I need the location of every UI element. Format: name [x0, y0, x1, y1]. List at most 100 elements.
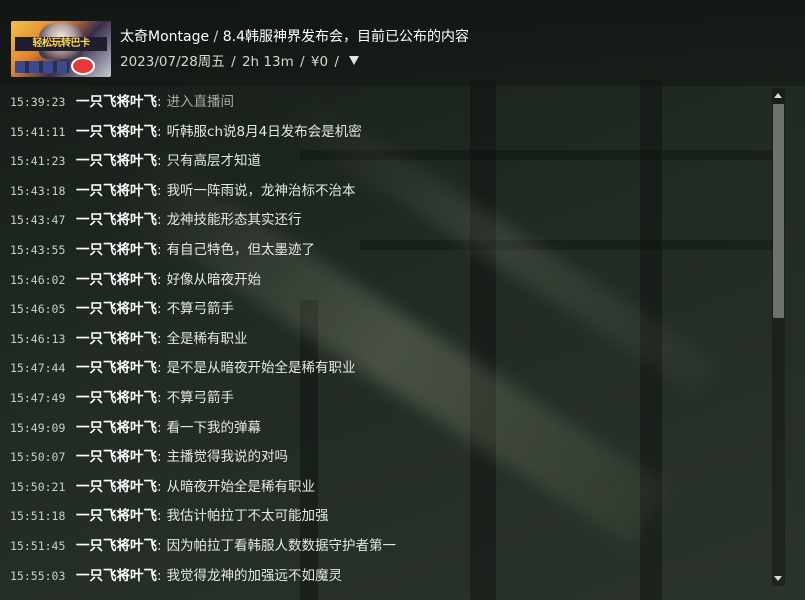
- message-text: 不算弓箭手: [166, 301, 235, 318]
- message-timestamp: 15:46:02: [10, 272, 66, 287]
- filter-triangle-icon[interactable]: [349, 56, 360, 65]
- chat-message-list[interactable]: 15:39:23 一只飞将叶飞: 进入直播间 15:41:11 一只飞将叶飞: 听韩服ch…: [0, 88, 772, 600]
- chat-message[interactable]: 15:47:44 一只飞将叶飞: 是不是从暗夜开始全是稀有职业: [0, 354, 772, 384]
- message-text: 龙神技能形态其实还行: [166, 212, 302, 229]
- message-timestamp: 15:51:45: [10, 538, 66, 553]
- message-text: 我觉得龙神的加强远不如魔灵: [166, 567, 343, 584]
- message-colon: :: [157, 271, 162, 288]
- message-text: 好像从暗夜开始: [166, 271, 262, 288]
- message-text: 因为帕拉丁看韩服人数数据守护者第一: [166, 537, 397, 554]
- message-timestamp: 15:50:21: [10, 479, 66, 494]
- message-username[interactable]: 一只飞将叶飞: [76, 360, 157, 376]
- message-timestamp: 15:46:13: [10, 331, 66, 346]
- message-colon: :: [157, 301, 162, 318]
- message-colon: :: [157, 123, 162, 140]
- chat-message[interactable]: 15:51:45 一只飞将叶飞: 因为帕拉丁看韩服人数数据守护者第一: [0, 532, 772, 562]
- thumbnail-logo-icon: [71, 57, 95, 75]
- message-colon: :: [157, 419, 162, 436]
- message-username[interactable]: 一只飞将叶飞: [76, 538, 157, 554]
- message-text: 有自己特色，但太墨迹了: [166, 241, 316, 258]
- message-text: 看一下我的弹幕: [166, 419, 262, 436]
- stream-topic: 8.4韩服神界发布会，目前已公布的内容: [222, 29, 469, 45]
- stream-header: 轻松玩转巴卡 太奇Montage / 8.4韩服神界发布会，目前已公布的内容 2…: [0, 0, 805, 86]
- message-colon: :: [157, 241, 162, 258]
- chat-message[interactable]: 15:46:02 一只飞将叶飞: 好像从暗夜开始: [0, 266, 772, 296]
- chat-message[interactable]: 15:41:23 一只飞将叶飞: 只有高层才知道: [0, 147, 772, 177]
- message-username[interactable]: 一只飞将叶飞: [76, 568, 157, 584]
- gift-total: ¥0: [310, 54, 329, 70]
- message-timestamp: 15:43:18: [10, 183, 66, 198]
- scroll-thumb[interactable]: [773, 104, 784, 318]
- message-colon: :: [157, 508, 162, 525]
- message-username[interactable]: 一只飞将叶飞: [76, 331, 157, 347]
- message-colon: :: [157, 478, 162, 495]
- message-colon: :: [157, 567, 162, 584]
- message-colon: :: [157, 153, 162, 170]
- chat-message[interactable]: 15:55:03 一只飞将叶飞: 我觉得龙神的加强远不如魔灵: [0, 562, 772, 592]
- message-colon: :: [157, 537, 162, 554]
- message-text: 我估计帕拉丁不太可能加强: [166, 508, 329, 525]
- message-colon: :: [157, 449, 162, 466]
- chat-message[interactable]: 15:46:05 一只飞将叶飞: 不算弓箭手: [0, 295, 772, 325]
- message-username[interactable]: 一只飞将叶飞: [76, 153, 157, 169]
- chat-message[interactable]: 15:47:49 一只飞将叶飞: 不算弓箭手: [0, 384, 772, 414]
- chat-message[interactable]: 15:43:18 一只飞将叶飞: 我听一阵雨说，龙神治标不治本: [0, 177, 772, 207]
- message-timestamp: 15:41:23: [10, 154, 66, 169]
- stream-date: 2023/07/28周五: [120, 54, 225, 70]
- message-text: 我听一阵雨说，龙神治标不治本: [166, 182, 356, 199]
- stream-duration: 2h 13m: [241, 54, 294, 70]
- chat-message[interactable]: 15:39:23 一只飞将叶飞: 进入直播间: [0, 88, 772, 118]
- message-username[interactable]: 一只飞将叶飞: [76, 390, 157, 406]
- chat-message[interactable]: 15:43:55 一只飞将叶飞: 有自己特色，但太墨迹了: [0, 236, 772, 266]
- message-username[interactable]: 一只飞将叶飞: [76, 479, 157, 495]
- chat-message[interactable]: 15:50:07 一只飞将叶飞: 主播觉得我说的对吗: [0, 443, 772, 473]
- message-username[interactable]: 一只飞将叶飞: [76, 94, 157, 110]
- message-timestamp: 15:47:49: [10, 390, 66, 405]
- message-colon: :: [157, 330, 162, 347]
- message-username[interactable]: 一只飞将叶飞: [76, 124, 157, 140]
- message-text: 不算弓箭手: [166, 389, 235, 406]
- chat-message[interactable]: 15:49:09 一只飞将叶飞: 看一下我的弹幕: [0, 414, 772, 444]
- message-text: 是不是从暗夜开始全是稀有职业: [166, 360, 356, 377]
- chat-message[interactable]: 15:41:11 一只飞将叶飞: 听韩服ch说8月4日发布会是机密: [0, 118, 772, 148]
- message-colon: :: [157, 182, 162, 199]
- message-colon: :: [157, 360, 162, 377]
- message-text: 全是稀有职业: [166, 330, 248, 347]
- chat-message[interactable]: 15:46:13 一只飞将叶飞: 全是稀有职业: [0, 325, 772, 355]
- message-timestamp: 15:50:07: [10, 450, 66, 465]
- stream-title[interactable]: 太奇Montage / 8.4韩服神界发布会，目前已公布的内容: [120, 26, 469, 46]
- scroll-up-arrow-icon[interactable]: [774, 93, 782, 98]
- message-timestamp: 15:55:03: [10, 568, 66, 583]
- message-text: 从暗夜开始全是稀有职业: [166, 478, 316, 495]
- chat-message[interactable]: 15:51:18 一只飞将叶飞: 我估计帕拉丁不太可能加强: [0, 502, 772, 532]
- message-timestamp: 15:41:11: [10, 124, 66, 139]
- message-timestamp: 15:39:23: [10, 95, 66, 109]
- message-colon: :: [157, 212, 162, 229]
- message-timestamp: 15:46:05: [10, 302, 66, 317]
- message-timestamp: 15:47:44: [10, 361, 66, 376]
- message-text: 听韩服ch说8月4日发布会是机密: [166, 123, 362, 140]
- streamer-name[interactable]: 太奇Montage: [120, 29, 209, 45]
- message-colon: :: [157, 94, 162, 110]
- scroll-down-arrow-icon[interactable]: [774, 576, 782, 581]
- message-timestamp: 15:43:47: [10, 213, 66, 228]
- message-username[interactable]: 一只飞将叶飞: [76, 420, 157, 436]
- chat-message[interactable]: 15:50:21 一只飞将叶飞: 从暗夜开始全是稀有职业: [0, 473, 772, 503]
- message-username[interactable]: 一只飞将叶飞: [76, 242, 157, 258]
- message-text: 进入直播间: [166, 94, 235, 110]
- message-username[interactable]: 一只飞将叶飞: [76, 272, 157, 288]
- message-colon: :: [157, 389, 162, 406]
- stream-meta: 2023/07/28周五 / 2h 13m / ¥0 /: [120, 50, 360, 70]
- stream-thumbnail[interactable]: 轻松玩转巴卡: [11, 21, 111, 77]
- message-text: 只有高层才知道: [166, 153, 262, 170]
- message-username[interactable]: 一只飞将叶飞: [76, 301, 157, 317]
- message-username[interactable]: 一只飞将叶飞: [76, 508, 157, 524]
- message-username[interactable]: 一只飞将叶飞: [76, 212, 157, 228]
- scrollbar[interactable]: [772, 88, 785, 586]
- chat-message[interactable]: 15:43:47 一只飞将叶飞: 龙神技能形态其实还行: [0, 206, 772, 236]
- message-username[interactable]: 一只飞将叶飞: [76, 183, 157, 199]
- message-timestamp: 15:51:18: [10, 509, 66, 524]
- message-timestamp: 15:43:55: [10, 242, 66, 257]
- message-text: 主播觉得我说的对吗: [166, 449, 289, 466]
- message-username[interactable]: 一只飞将叶飞: [76, 449, 157, 465]
